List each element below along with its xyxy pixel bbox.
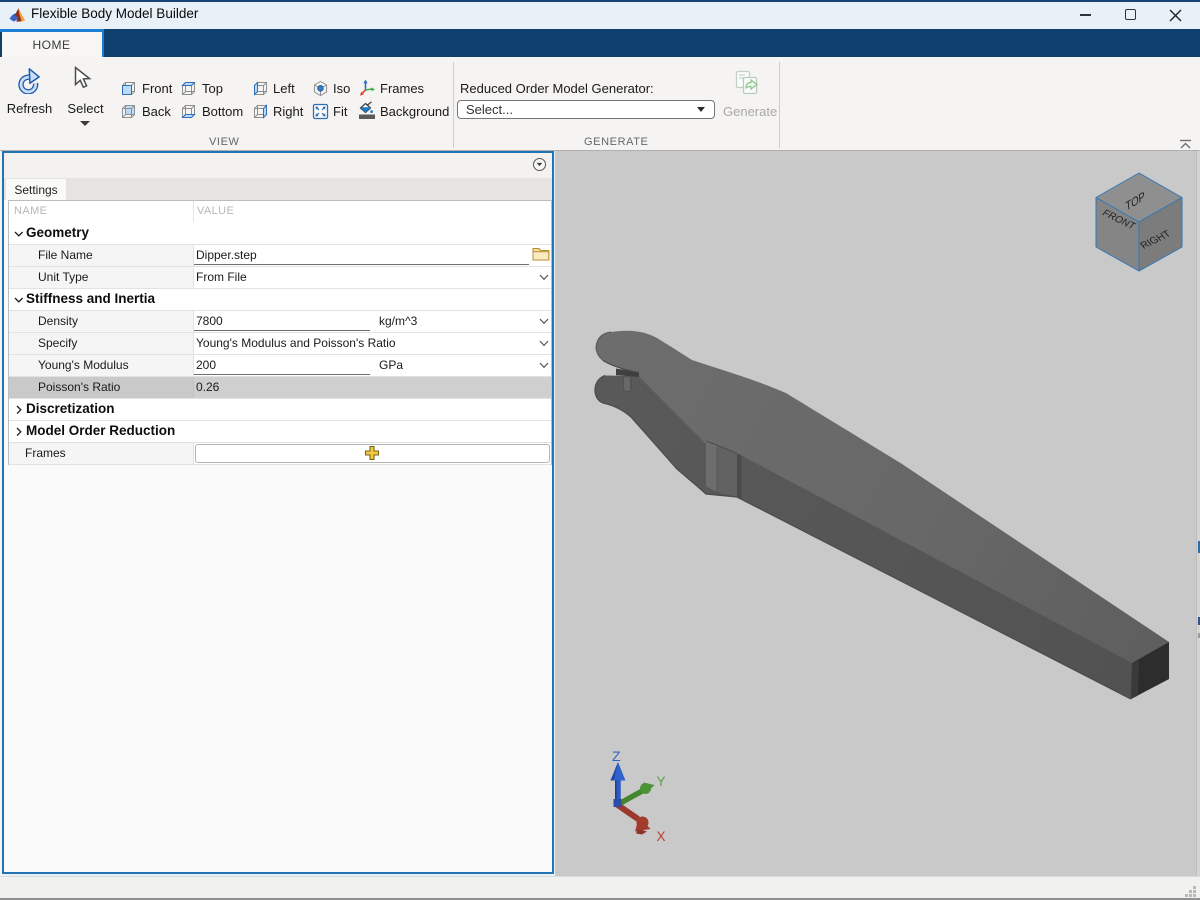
svg-text:X: X <box>657 829 666 844</box>
svg-text:Y: Y <box>657 774 666 789</box>
svg-text:Z: Z <box>612 748 621 764</box>
